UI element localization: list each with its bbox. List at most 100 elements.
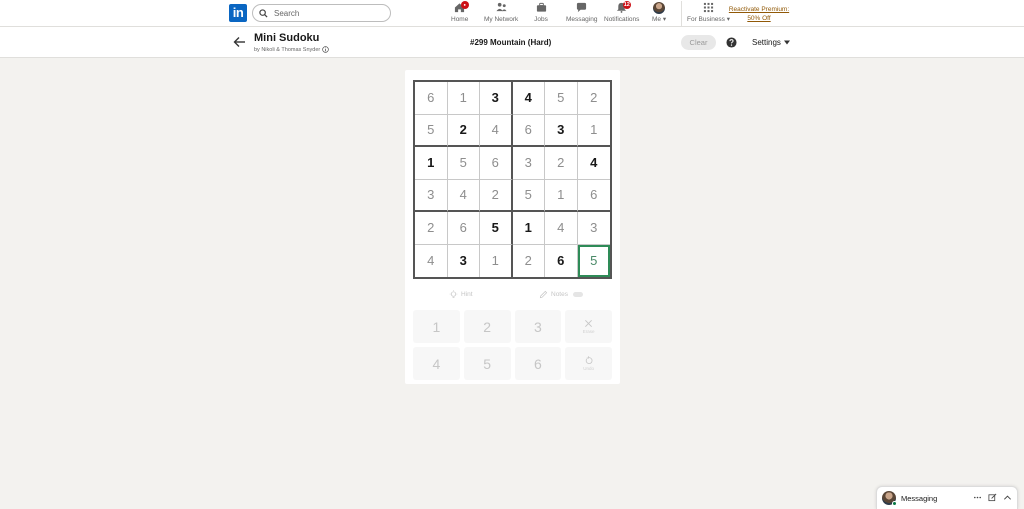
erase-button[interactable]: Erase [565, 310, 612, 343]
key-3[interactable]: 3 [514, 310, 562, 343]
grid-cell-r5-c5[interactable]: 4 [545, 212, 578, 245]
number-pad: 1 2 3 Erase 4 5 6 Undo [413, 310, 612, 380]
reactivate-premium-link[interactable]: Reactivate Premium: 50% Off [728, 5, 790, 23]
erase-label: Erase [582, 329, 595, 334]
notes-switch[interactable] [572, 292, 583, 297]
grid-cell-r6-c6[interactable]: 5 [577, 244, 610, 277]
grid-cell-r1-c5[interactable]: 5 [545, 82, 578, 115]
sudoku-grid: 613452524631156324342516265143431265 [413, 80, 612, 279]
grid-cell-r4-c6[interactable]: 6 [577, 180, 610, 212]
close-icon [585, 320, 593, 327]
grid-cell-r2-c4[interactable]: 6 [512, 114, 545, 147]
nav-my-network-label: My Network [484, 16, 519, 23]
grid-cell-r4-c5[interactable]: 1 [545, 179, 578, 212]
grid-cell-r6-c3[interactable]: 1 [480, 244, 513, 277]
nav-me[interactable]: Me ▾ [652, 2, 666, 26]
settings-menu[interactable]: Settings [752, 38, 790, 47]
search-input[interactable] [274, 8, 384, 18]
chat-icon [577, 2, 587, 13]
key-1[interactable]: 1 [413, 310, 460, 343]
nav-me-label: Me ▾ [652, 16, 667, 23]
search-box[interactable] [252, 4, 391, 22]
clear-button[interactable]: Clear [681, 35, 716, 50]
grid-cell-r1-c1[interactable]: 6 [415, 82, 448, 115]
key-5-label: 5 [483, 355, 492, 372]
grid-cell-r3-c6[interactable]: 4 [577, 147, 610, 180]
grid-cell-r5-c3[interactable]: 5 [480, 212, 513, 245]
game-header: Mini Sudoku by Nikoli & Thomas Snyder #2… [0, 27, 1024, 58]
grid-cell-r1-c3[interactable]: 3 [480, 82, 513, 115]
grid-cell-r5-c2[interactable]: 6 [447, 212, 480, 245]
nav-home[interactable]: ● Home [451, 1, 469, 26]
grid-cell-r3-c2[interactable]: 5 [447, 147, 480, 180]
key-4[interactable]: 4 [413, 347, 460, 380]
user-avatar [653, 2, 666, 14]
caret-down-icon [783, 40, 790, 45]
notifications-badge: 12 [622, 1, 631, 9]
settings-label: Settings [752, 38, 781, 47]
game-card: 613452524631156324342516265143431265 Hin… [405, 70, 620, 384]
tools-row: Hint Notes [413, 288, 612, 302]
grid-cell-r2-c2[interactable]: 2 [447, 114, 480, 147]
key-2-label: 2 [483, 318, 492, 335]
grid-cell-r4-c3[interactable]: 2 [480, 179, 513, 212]
puzzle-title: #299 Mountain (Hard) [470, 38, 552, 47]
linkedin-logo[interactable]: in [229, 4, 247, 22]
undo-button[interactable]: Undo [565, 347, 612, 380]
briefcase-icon [536, 2, 546, 12]
hint-button[interactable]: Hint [449, 290, 473, 299]
undo-icon [585, 356, 593, 364]
chevron-up-icon[interactable] [1003, 493, 1012, 502]
grid-cell-r3-c3[interactable]: 6 [480, 147, 513, 180]
key-1-label: 1 [432, 318, 441, 335]
grid-cell-r6-c2[interactable]: 3 [448, 244, 480, 277]
compose-icon[interactable] [988, 493, 997, 502]
grid-cell-r3-c4[interactable]: 3 [512, 147, 545, 180]
grid-cell-r6-c4[interactable]: 2 [513, 244, 545, 277]
network-icon [496, 2, 507, 12]
home-badge: ● [460, 1, 469, 9]
grid-cell-r5-c6[interactable]: 3 [577, 212, 610, 245]
lightbulb-icon [449, 290, 458, 298]
messaging-bar[interactable]: Messaging [876, 486, 1018, 509]
grid-cell-r2-c5[interactable]: 3 [545, 114, 578, 147]
grid-apps-icon [703, 2, 714, 13]
hint-label: Hint [461, 291, 473, 298]
nav-divider [681, 1, 682, 26]
key-6[interactable]: 6 [514, 347, 562, 380]
help-icon[interactable] [726, 37, 737, 48]
grid-cell-r6-c1[interactable]: 4 [415, 244, 448, 277]
key-2[interactable]: 2 [463, 310, 511, 343]
grid-cell-r2-c3[interactable]: 4 [480, 114, 513, 147]
nav-for-business[interactable]: For Business ▾ [687, 2, 730, 26]
grid-cell-r4-c4[interactable]: 5 [512, 179, 545, 212]
grid-cell-r2-c6[interactable]: 1 [577, 115, 610, 147]
grid-cell-r4-c1[interactable]: 3 [415, 179, 448, 212]
key-6-label: 6 [533, 355, 542, 372]
back-arrow-icon[interactable] [233, 36, 246, 48]
game-author-text: by Nikoli & Thomas Snyder [254, 46, 321, 53]
grid-cell-r6-c5[interactable]: 6 [545, 244, 578, 277]
grid-cell-r5-c1[interactable]: 2 [415, 212, 448, 245]
nav-notifications[interactable]: 12 Notifications [604, 1, 639, 26]
more-options-icon[interactable] [973, 493, 982, 502]
grid-cell-r4-c2[interactable]: 4 [447, 179, 480, 212]
nav-messaging[interactable]: Messaging [566, 2, 597, 26]
grid-cell-r3-c5[interactable]: 2 [545, 147, 578, 180]
grid-cell-r3-c1[interactable]: 1 [415, 147, 448, 180]
nav-my-network[interactable]: My Network [484, 2, 518, 26]
grid-cell-r1-c6[interactable]: 2 [577, 82, 610, 115]
premium-line-1: Reactivate Premium: [728, 6, 790, 13]
nav-home-label: Home [451, 16, 469, 23]
info-icon[interactable] [322, 46, 329, 53]
key-3-label: 3 [533, 318, 542, 335]
grid-cell-r2-c1[interactable]: 5 [415, 114, 448, 147]
grid-cell-r1-c2[interactable]: 1 [447, 82, 480, 115]
key-5[interactable]: 5 [463, 347, 511, 380]
grid-cell-r5-c4[interactable]: 1 [512, 212, 545, 245]
nav-jobs[interactable]: Jobs [534, 2, 548, 26]
game-author: by Nikoli & Thomas Snyder [254, 46, 329, 53]
grid-cell-r1-c4[interactable]: 4 [512, 82, 545, 115]
notes-toggle[interactable]: Notes [539, 290, 583, 299]
key-4-label: 4 [432, 355, 441, 372]
